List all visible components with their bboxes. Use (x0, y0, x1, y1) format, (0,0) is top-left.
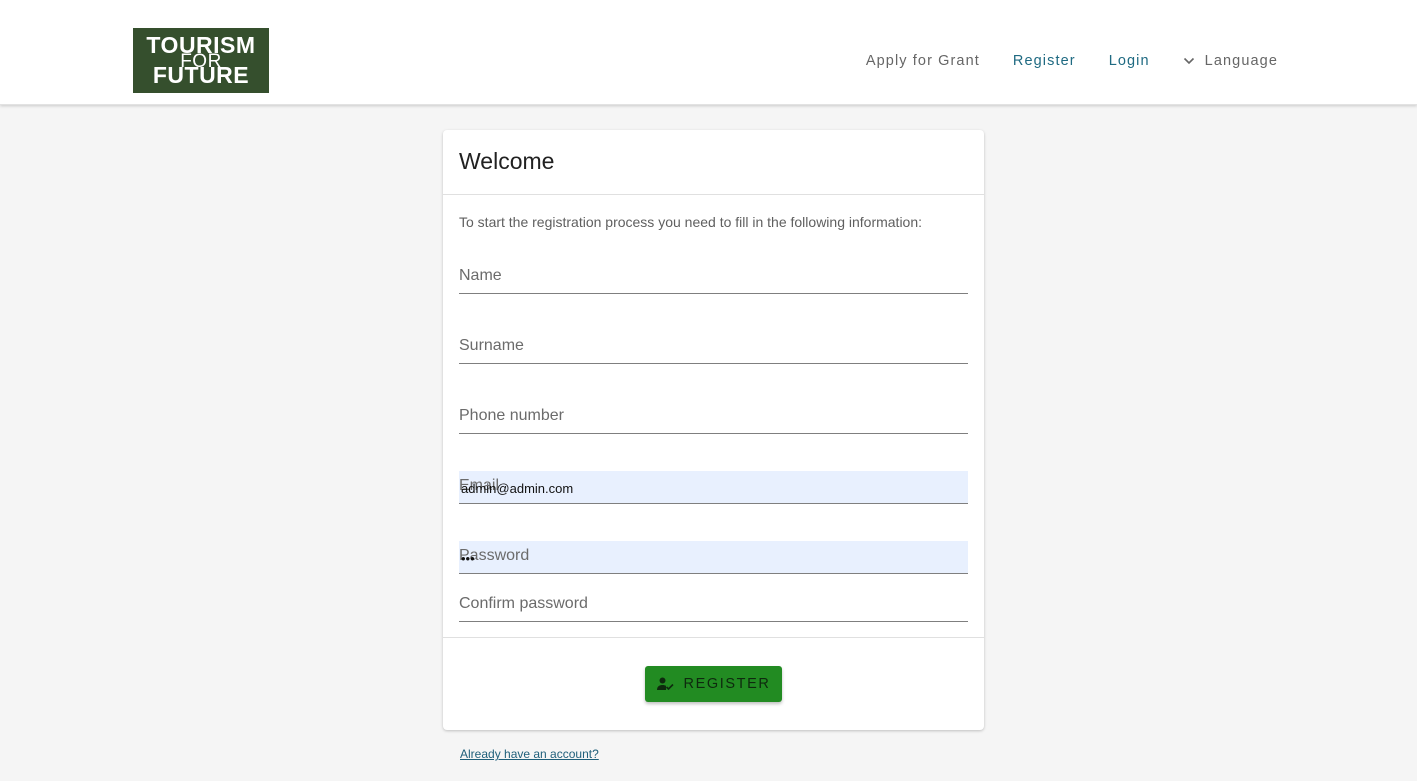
confirm-password-input[interactable] (459, 589, 968, 621)
chevron-down-icon (1183, 57, 1194, 65)
surname-input[interactable] (459, 331, 968, 363)
intro-text: To start the registration process you ne… (459, 214, 923, 230)
phone-input[interactable] (459, 401, 968, 433)
register-button[interactable]: REGISTER (645, 666, 782, 702)
surname-field: Surname (459, 331, 968, 364)
email-input[interactable] (459, 471, 968, 503)
nav-login[interactable]: Login (1109, 53, 1150, 69)
already-have-account-link[interactable]: Already have an account? (460, 747, 599, 761)
page-title: Welcome (459, 148, 555, 174)
app-bar: TOURISM FOR FUTURE Apply for Grant Regis… (0, 0, 1417, 105)
tourism-for-future-logo[interactable]: TOURISM FOR FUTURE (133, 28, 269, 93)
nav-apply-for-grant[interactable]: Apply for Grant (866, 53, 980, 69)
phone-field: Phone number (459, 401, 968, 434)
logo-line-3: FUTURE (152, 62, 250, 88)
password-field: Password (459, 541, 968, 574)
how-to-reg-icon (656, 677, 674, 691)
nav-register[interactable]: Register (1013, 53, 1076, 69)
confirm-password-field: Confirm password (459, 589, 968, 622)
actions-divider (443, 637, 984, 638)
registration-card: Welcome To start the registration proces… (443, 130, 984, 730)
name-input[interactable] (459, 261, 968, 293)
language-label: Language (1204, 53, 1278, 69)
password-input[interactable] (459, 541, 968, 573)
title-divider (443, 194, 984, 195)
name-field: Name (459, 261, 968, 294)
main-nav: Apply for Grant Register Login Language (866, 50, 1278, 72)
language-selector[interactable]: Language (1183, 53, 1278, 69)
register-button-label: REGISTER (683, 676, 771, 692)
email-field: Email (459, 471, 968, 504)
